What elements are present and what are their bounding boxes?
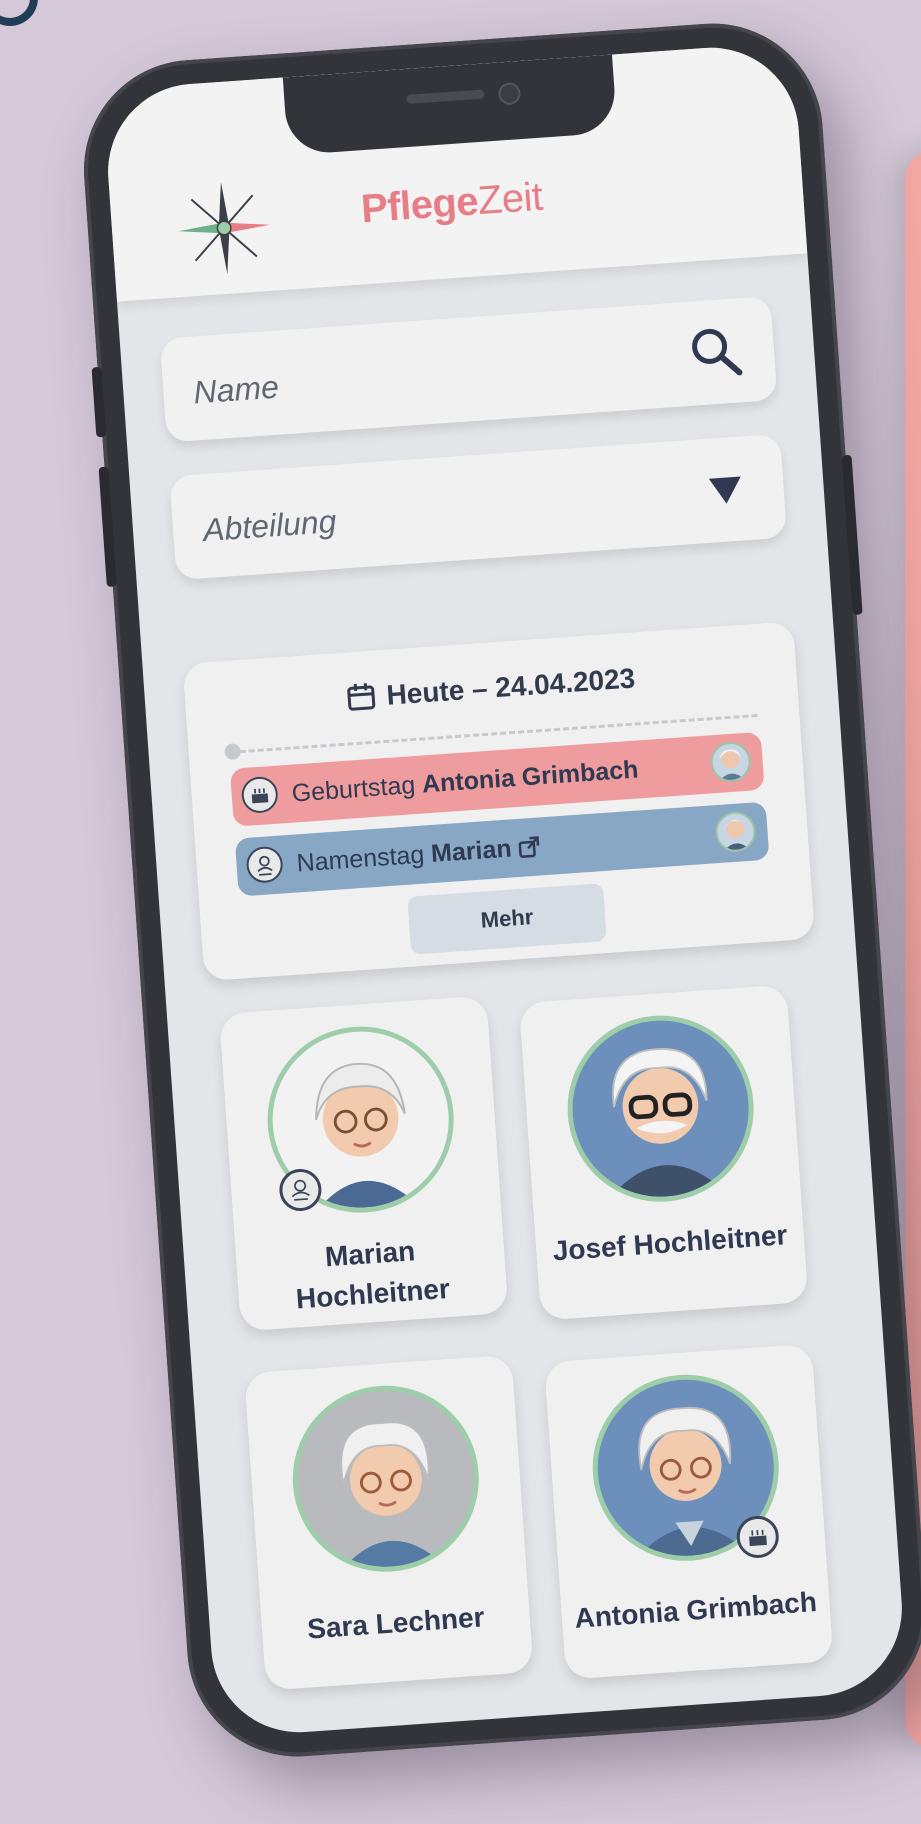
resident-card[interactable]: Sara Lechner — [244, 1354, 534, 1691]
brand-part-2: Zeit — [476, 174, 544, 224]
birthday-event-text: Geburtstag Antonia Grimbach — [291, 755, 640, 808]
decorative-mark — [0, 0, 38, 26]
search-field[interactable]: Name — [159, 296, 778, 443]
external-link-icon[interactable] — [518, 835, 541, 858]
person-badge-icon — [245, 845, 284, 884]
resident-avatar — [286, 1379, 486, 1579]
birthday-avatar — [709, 740, 752, 784]
department-placeholder: Abteilung — [201, 502, 338, 549]
resident-name: Antonia Grimbach — [573, 1586, 818, 1634]
nameday-avatar — [714, 810, 757, 854]
nameday-label: Namenstag — [295, 840, 426, 878]
speaker-grille — [406, 89, 485, 104]
nameday-person[interactable]: Marian — [430, 834, 512, 868]
today-heading: Heute – 24.04.2023 — [185, 651, 798, 726]
resident-card[interactable]: Josef Hochleitner — [518, 984, 809, 1321]
more-button[interactable]: Mehr — [407, 883, 607, 955]
birthday-cake-icon — [240, 775, 279, 815]
birthday-label: Geburtstag — [290, 771, 417, 808]
today-events-card: Heute – 24.04.2023 Geburtstag Antonia Gr… — [182, 621, 816, 982]
front-camera — [497, 82, 522, 106]
search-placeholder: Name — [192, 368, 280, 411]
phone-screen: PflegeZeit Name Abteilung Heute – 24.04.… — [102, 41, 908, 1739]
resident-card[interactable]: Marian Hochleitner — [218, 995, 509, 1332]
resident-avatar — [561, 1009, 760, 1208]
today-date-label: Heute – 24.04.2023 — [385, 662, 637, 711]
resident-name: Marian Hochleitner — [294, 1235, 451, 1315]
resident-card[interactable]: Antonia Grimbach — [544, 1343, 834, 1680]
resident-name: Sara Lechner — [306, 1601, 486, 1645]
resident-name: Josef Hochleitner — [551, 1219, 789, 1267]
calendar-icon — [347, 683, 376, 711]
brand-part-1: Pflege — [359, 179, 480, 232]
nameday-event-text: Namenstag Marian — [296, 832, 542, 878]
caret-down-icon[interactable] — [696, 460, 756, 520]
app-brand: PflegeZeit — [360, 175, 544, 233]
phone-mockup: PflegeZeit Name Abteilung Heute – 24.04.… — [76, 16, 921, 1764]
compass-logo-icon — [178, 182, 271, 274]
birthday-cake-icon — [735, 1514, 781, 1560]
search-icon[interactable] — [686, 322, 746, 382]
department-select[interactable]: Abteilung — [169, 433, 788, 581]
birthday-person[interactable]: Antonia Grimbach — [421, 755, 639, 798]
timeline-dot — [224, 743, 242, 761]
